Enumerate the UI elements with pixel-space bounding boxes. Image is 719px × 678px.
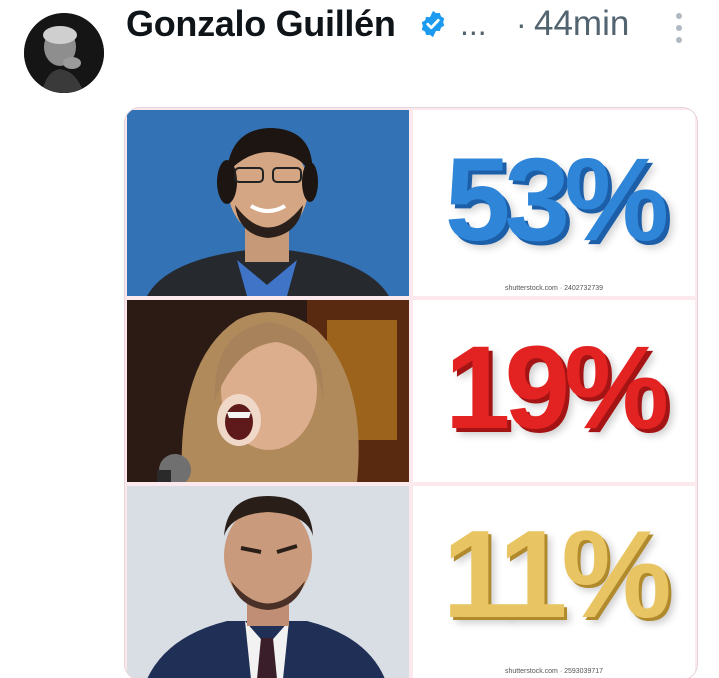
handle-truncated[interactable]: ... (460, 4, 487, 44)
person-photo-2 (127, 300, 409, 482)
watermark-1: shutterstock.com · 2402732739 (504, 285, 604, 292)
percent-panel-2: 19% (413, 300, 695, 482)
percent-panel-1: 53% shutterstock.com · 2402732739 (413, 110, 695, 296)
post-timestamp[interactable]: 44min (534, 3, 629, 45)
verified-badge-icon (421, 10, 445, 38)
author-avatar[interactable] (24, 13, 104, 93)
person-photo-3 (127, 486, 409, 678)
post-container: Gonzalo Guillén ... · 44min 53% shutters… (0, 0, 719, 678)
media-image-grid[interactable]: 53% shutterstock.com · 2402732739 19% 11… (124, 107, 698, 678)
percent-panel-3: 11% shutterstock.com · 2593039717 (413, 486, 695, 678)
percent-value-1: 53% (444, 134, 669, 266)
percent-value-3: 11% (442, 506, 671, 644)
person-photo-1 (127, 110, 409, 296)
avatar-photo (24, 13, 104, 93)
watermark-3: shutterstock.com · 2593039717 (504, 668, 604, 675)
author-name[interactable]: Gonzalo Guillén (126, 2, 396, 46)
percent-value-2: 19% (444, 322, 669, 454)
more-vertical-icon[interactable] (671, 13, 687, 43)
separator-dot: · (516, 6, 527, 42)
